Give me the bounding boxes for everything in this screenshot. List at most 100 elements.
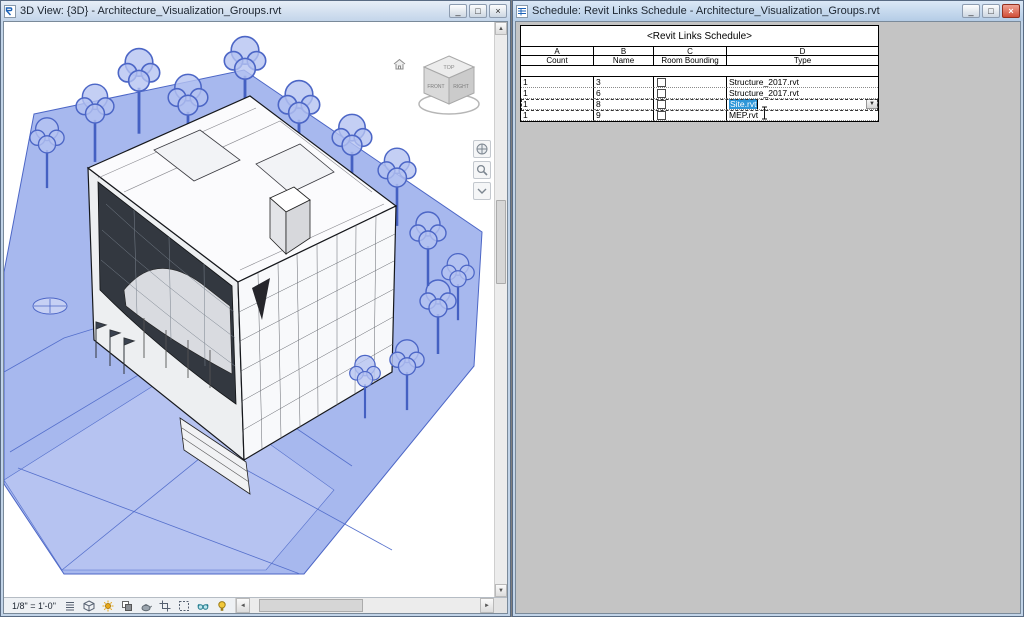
vertical-scroll-thumb[interactable] bbox=[496, 200, 506, 284]
column-header-count[interactable]: Count bbox=[521, 56, 594, 65]
type-dropdown-button[interactable]: ▼ bbox=[866, 99, 878, 109]
name-cell[interactable]: 8 bbox=[594, 99, 654, 110]
type-cell[interactable]: Structure_2017.rvt bbox=[727, 77, 878, 88]
shadows-button[interactable] bbox=[119, 598, 136, 613]
type-cell-selected-value[interactable]: Site.rvt bbox=[729, 99, 757, 109]
schedule-document-icon bbox=[516, 5, 528, 18]
room-bounding-checkbox[interactable] bbox=[657, 111, 666, 120]
schedule-window-close-button[interactable]: × bbox=[1002, 4, 1020, 18]
schedule-window: Schedule: Revit Links Schedule - Archite… bbox=[512, 0, 1024, 617]
navigation-wheel-icon bbox=[476, 143, 488, 155]
horizontal-scroll-thumb[interactable] bbox=[259, 599, 363, 612]
view-cube-right-label: RIGHT bbox=[453, 84, 469, 90]
navigation-wheel-button[interactable] bbox=[473, 140, 491, 158]
show-crop-region-button[interactable] bbox=[176, 598, 193, 613]
schedule-client-area: <Revit Links Schedule> A B C D Count Nam… bbox=[515, 21, 1021, 614]
type-cell-editing[interactable]: Site.rvt ▼ bbox=[727, 99, 878, 110]
schedule-window-minimize-button[interactable]: _ bbox=[962, 4, 980, 18]
viewcube-home-button[interactable] bbox=[391, 56, 407, 72]
schedule-row-3-editing: 1 8 Site.rvt ▼ bbox=[521, 99, 878, 110]
sun-path-button[interactable] bbox=[100, 598, 117, 613]
scroll-right-button[interactable]: ► bbox=[480, 598, 494, 613]
column-header-name[interactable]: Name bbox=[594, 56, 654, 65]
name-cell[interactable]: 3 bbox=[594, 77, 654, 88]
schedule-header-title[interactable]: <Revit Links Schedule> bbox=[520, 25, 879, 47]
count-cell[interactable]: 1 bbox=[521, 99, 594, 110]
schedule-row-1: 1 3 Structure_2017.rvt bbox=[521, 77, 878, 88]
detail-level-button[interactable] bbox=[62, 598, 79, 613]
scroll-left-button[interactable]: ◄ bbox=[236, 598, 250, 613]
temporary-hide-isolate-icon bbox=[197, 600, 209, 612]
schedule-table: <Revit Links Schedule> A B C D Count Nam… bbox=[520, 25, 879, 122]
scroll-down-button[interactable]: ▼ bbox=[495, 584, 507, 597]
view-cube-graphic: TOP FRONT RIGHT bbox=[413, 48, 485, 124]
scrollbar-corner bbox=[494, 598, 507, 613]
count-cell[interactable]: 1 bbox=[521, 110, 594, 121]
3d-view-title: 3D View: {3D} - Architecture_Visualizati… bbox=[20, 5, 445, 17]
shadows-icon bbox=[121, 600, 133, 612]
3d-window-close-button[interactable]: × bbox=[489, 4, 507, 18]
schedule-titlebar[interactable]: Schedule: Revit Links Schedule - Archite… bbox=[513, 1, 1023, 21]
name-cell[interactable]: 6 bbox=[594, 88, 654, 99]
room-bounding-cell bbox=[654, 77, 727, 88]
room-bounding-cell bbox=[654, 110, 727, 121]
crop-view-icon bbox=[159, 600, 171, 612]
detail-level-icon bbox=[64, 600, 76, 612]
column-header-type[interactable]: Type bbox=[727, 56, 878, 65]
type-cell[interactable]: MEP.rvt bbox=[727, 110, 878, 121]
zoom-icon bbox=[476, 164, 488, 176]
schedule-row-4: 1 9 MEP.rvt bbox=[521, 110, 878, 121]
3d-view-canvas[interactable]: TOP FRONT RIGHT bbox=[4, 22, 507, 597]
temporary-hide-isolate-button[interactable] bbox=[195, 598, 212, 613]
room-bounding-checkbox[interactable] bbox=[657, 78, 666, 87]
scale-button[interactable]: 1/8" = 1'-0" bbox=[8, 601, 60, 611]
column-letter-b[interactable]: B bbox=[594, 47, 654, 56]
room-bounding-checkbox[interactable] bbox=[657, 89, 666, 98]
3d-view-window: 3D View: {3D} - Architecture_Visualizati… bbox=[0, 0, 511, 617]
schedule-column-headers: A B C D Count Name Room Bounding Type bbox=[520, 47, 879, 66]
reveal-hidden-elements-button[interactable] bbox=[214, 598, 231, 613]
vertical-scroll-track[interactable] bbox=[495, 35, 507, 584]
3d-view-titlebar[interactable]: 3D View: {3D} - Architecture_Visualizati… bbox=[1, 1, 510, 21]
crop-view-button[interactable] bbox=[157, 598, 174, 613]
ibeam-cursor bbox=[760, 106, 769, 120]
rendering-dialog-button[interactable] bbox=[138, 598, 155, 613]
schedule-window-maximize-button[interactable]: □ bbox=[982, 4, 1000, 18]
home-icon bbox=[393, 58, 406, 70]
revit-3d-view-icon bbox=[4, 5, 16, 18]
navbar-options-button[interactable] bbox=[473, 182, 491, 200]
column-letter-a[interactable]: A bbox=[521, 47, 594, 56]
horizontal-scrollbar[interactable]: ◄ ► bbox=[235, 598, 507, 613]
rendering-dialog-icon bbox=[140, 600, 152, 612]
3d-window-maximize-button[interactable]: □ bbox=[469, 4, 487, 18]
schedule-body: 1 3 Structure_2017.rvt 1 6 Structure_201… bbox=[520, 76, 879, 122]
text-caret bbox=[757, 100, 758, 109]
room-bounding-cell bbox=[654, 88, 727, 99]
visual-style-button[interactable] bbox=[81, 598, 98, 613]
reveal-hidden-elements-icon bbox=[216, 600, 228, 612]
vertical-scrollbar[interactable]: ▲ ▼ bbox=[494, 22, 507, 597]
zoom-button[interactable] bbox=[473, 161, 491, 179]
horizontal-scroll-track[interactable] bbox=[250, 598, 480, 613]
navigation-bar bbox=[473, 140, 491, 200]
scroll-up-button[interactable]: ▲ bbox=[495, 22, 507, 35]
count-cell[interactable]: 1 bbox=[521, 77, 594, 88]
room-bounding-checkbox[interactable] bbox=[657, 100, 666, 109]
view-cube-top-label: TOP bbox=[443, 65, 455, 71]
room-bounding-cell bbox=[654, 99, 727, 110]
chevron-down-icon bbox=[477, 188, 487, 195]
schedule-title-text: Schedule: Revit Links Schedule - Archite… bbox=[532, 5, 958, 17]
view-cube[interactable]: TOP FRONT RIGHT bbox=[413, 48, 485, 124]
schedule-header-body-gap bbox=[520, 66, 879, 76]
name-cell[interactable]: 9 bbox=[594, 110, 654, 121]
column-header-room-bounding[interactable]: Room Bounding bbox=[654, 56, 727, 65]
3d-window-minimize-button[interactable]: _ bbox=[449, 4, 467, 18]
column-letter-c[interactable]: C bbox=[654, 47, 727, 56]
schedule-row-2: 1 6 Structure_2017.rvt bbox=[521, 88, 878, 99]
view-cube-front-label: FRONT bbox=[427, 84, 444, 90]
type-cell[interactable]: Structure_2017.rvt bbox=[727, 88, 878, 99]
view-control-bar: 1/8" = 1'-0" bbox=[4, 597, 507, 613]
count-cell[interactable]: 1 bbox=[521, 88, 594, 99]
column-letter-d[interactable]: D bbox=[727, 47, 878, 56]
3d-view-client: TOP FRONT RIGHT bbox=[3, 21, 508, 614]
